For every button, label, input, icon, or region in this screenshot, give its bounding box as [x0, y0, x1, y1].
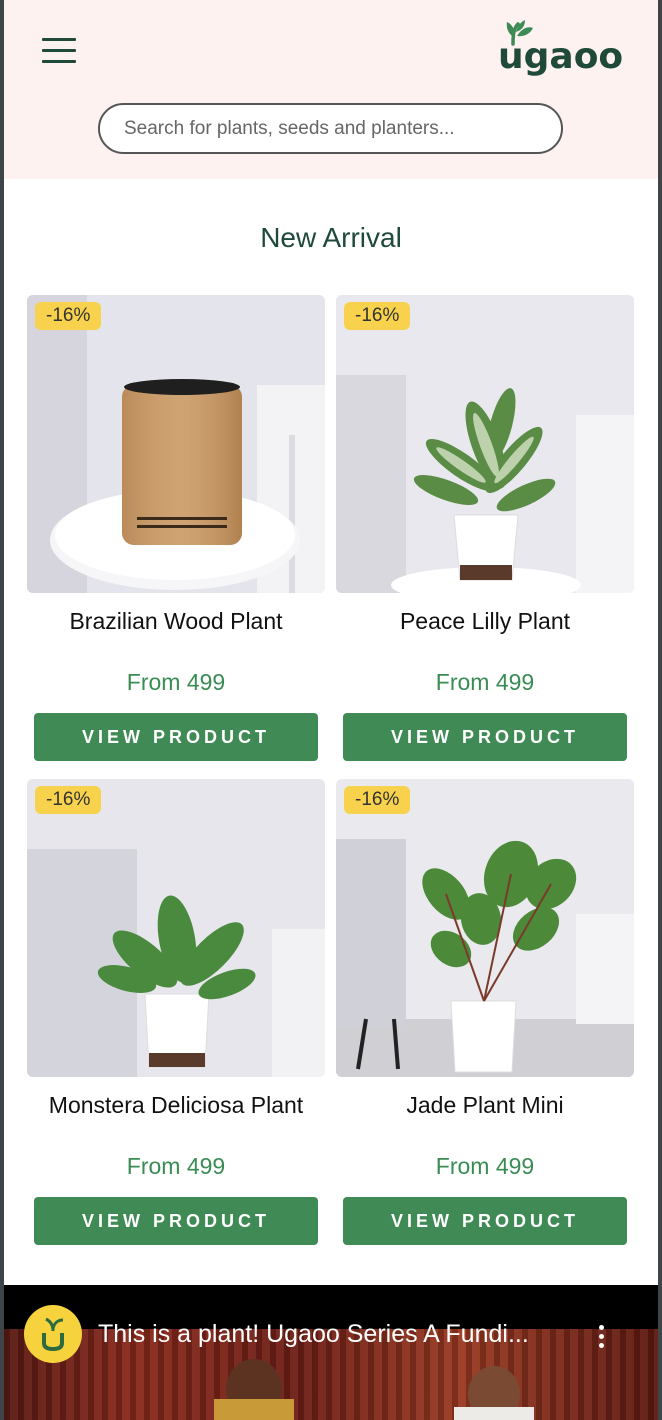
section-title: New Arrival	[260, 222, 402, 253]
product-name[interactable]: Brazilian Wood Plant	[17, 608, 335, 635]
product-name[interactable]: Monstera Deliciosa Plant	[17, 1092, 335, 1119]
product-image[interactable]: -16%	[27, 779, 325, 1077]
product-name[interactable]: Jade Plant Mini	[326, 1092, 644, 1119]
view-product-button[interactable]: VIEW PRODUCT	[343, 713, 627, 761]
view-product-button[interactable]: VIEW PRODUCT	[343, 1197, 627, 1245]
discount-badge: -16%	[344, 786, 411, 814]
product-price: From 499	[435, 669, 535, 695]
search-input[interactable]	[98, 103, 563, 154]
hamburger-menu-icon[interactable]	[42, 38, 76, 64]
ugaoo-logo[interactable]: ugaoo	[498, 20, 628, 80]
page: ugaoo New Arrival	[4, 0, 658, 1420]
discount-badge: -16%	[35, 302, 102, 330]
product-image[interactable]: -16%	[27, 295, 325, 593]
discount-badge: -16%	[35, 786, 102, 814]
channel-avatar-icon[interactable]	[24, 1305, 82, 1363]
view-product-button[interactable]: VIEW PRODUCT	[34, 1197, 318, 1245]
site-header: ugaoo	[4, 0, 658, 179]
product-name[interactable]: Peace Lilly Plant	[326, 608, 644, 635]
logo-text: ugaoo	[498, 36, 624, 77]
discount-badge: -16%	[344, 302, 411, 330]
video-embed[interactable]: This is a plant! Ugaoo Series A Fundi...	[4, 1285, 658, 1420]
product-image[interactable]: -16%	[336, 295, 634, 593]
video-title[interactable]: This is a plant! Ugaoo Series A Fundi...	[98, 1320, 578, 1349]
product-price: From 499	[435, 1153, 535, 1179]
product-price: From 499	[126, 1153, 226, 1179]
more-vertical-icon[interactable]	[594, 1321, 608, 1351]
view-product-button[interactable]: VIEW PRODUCT	[34, 713, 318, 761]
product-price: From 499	[126, 669, 226, 695]
product-image[interactable]: -16%	[336, 779, 634, 1077]
